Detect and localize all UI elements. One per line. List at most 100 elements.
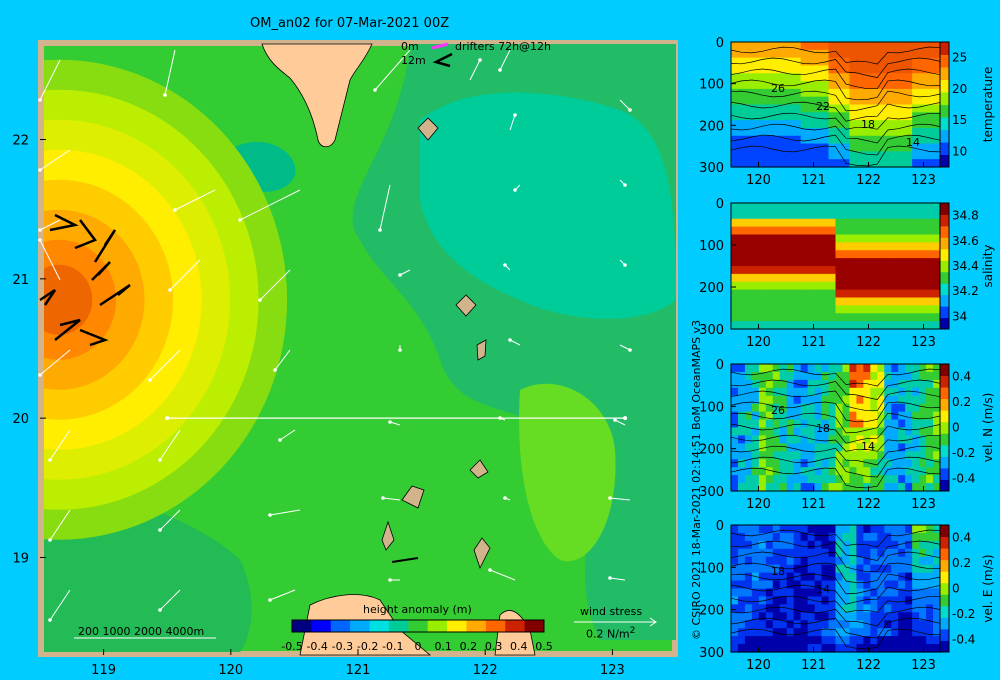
- map-xtick-label-119: 119: [91, 663, 116, 678]
- section-cell: [793, 475, 802, 484]
- section-cell: [744, 266, 753, 275]
- section-cell: [772, 258, 781, 267]
- section-cell: [877, 612, 885, 621]
- section-cell: [731, 411, 739, 421]
- section-cell: [786, 612, 795, 621]
- section-cell: [905, 387, 913, 397]
- section-cell: [863, 313, 871, 322]
- section-cell: [731, 620, 739, 629]
- section-cell: [765, 218, 774, 228]
- section-cell: [758, 411, 767, 421]
- section-cell: [828, 57, 837, 67]
- section-cell: [731, 580, 739, 590]
- section-cell: [933, 636, 941, 645]
- section-cell: [821, 313, 830, 322]
- section-cell: [905, 403, 913, 413]
- section-cell: [856, 540, 864, 550]
- colorbar-tick-2: -0.3: [332, 640, 353, 653]
- section-cell: [870, 548, 878, 558]
- section-cell: [821, 143, 830, 152]
- section-cell: [828, 226, 837, 236]
- colorbar-tick-0: -0.5: [281, 640, 302, 653]
- section-cell: [772, 42, 781, 51]
- section-cell: [786, 364, 795, 373]
- section-cell: [891, 612, 899, 621]
- section-cell: [933, 467, 941, 476]
- section-cell: [905, 289, 913, 299]
- section-cell: [863, 371, 871, 381]
- section-cell: [821, 81, 830, 90]
- section-cell: [933, 49, 941, 59]
- section-cell: [835, 596, 844, 605]
- section-cell: [772, 127, 781, 137]
- section-cell: [772, 525, 781, 534]
- section-cell: [814, 483, 823, 492]
- section-cell: [793, 281, 802, 291]
- section-cell: [758, 42, 767, 51]
- section-cell: [807, 636, 816, 645]
- wind-arrow-head-27: [48, 458, 52, 462]
- section-cell: [919, 483, 927, 492]
- section-cell: [828, 258, 837, 267]
- section-cell: [856, 411, 864, 421]
- wind-arrow-head-29: [268, 513, 272, 517]
- section-cell: [731, 218, 739, 228]
- wind-arrow-head-33: [48, 538, 52, 542]
- section-cell: [891, 120, 899, 129]
- section-cell: [898, 475, 906, 484]
- section-contour-label-0-3: 14: [906, 136, 920, 149]
- section-cell: [737, 532, 746, 542]
- section-cell: [828, 159, 837, 168]
- wind-arrow-head-9: [628, 108, 632, 112]
- section-cell: [863, 427, 871, 437]
- section-cell: [877, 120, 885, 129]
- section-cell: [807, 297, 816, 306]
- section-cell: [800, 644, 809, 653]
- credit-text: © CSIRO 2021 18-Mar-2021 02:14:51 BoM Oc…: [690, 319, 703, 640]
- section-cell: [905, 151, 913, 160]
- section-colorbar-cell: [940, 142, 949, 155]
- section-colorbar-cell: [940, 317, 949, 330]
- section-cell: [744, 203, 753, 212]
- section-cell: [926, 104, 934, 113]
- section-cell: [807, 210, 816, 220]
- section-cell: [835, 525, 844, 534]
- section-cell: [765, 313, 774, 322]
- section-cell: [731, 321, 739, 330]
- wind-arrow-head-12: [478, 58, 482, 62]
- wind-arrow-head-34: [158, 528, 162, 532]
- section-cell: [807, 289, 816, 299]
- section-cell: [786, 143, 795, 152]
- section-ytick-label-0-200: 200: [699, 119, 724, 134]
- section-cell: [793, 443, 802, 452]
- section-cell: [765, 483, 774, 492]
- section-cell: [933, 540, 941, 550]
- section-cell: [870, 371, 878, 381]
- section-cell: [751, 564, 760, 574]
- section-cell: [933, 644, 941, 653]
- section-cell: [744, 120, 753, 129]
- section-cell: [835, 242, 844, 251]
- section-cell: [737, 88, 746, 98]
- section-cell: [779, 226, 788, 236]
- section-cell: [905, 644, 913, 653]
- section-colorbar-cell: [940, 456, 949, 469]
- section-cell: [765, 580, 774, 590]
- section-cell: [933, 548, 941, 558]
- section-cell: [751, 234, 760, 243]
- section-cell: [772, 151, 781, 160]
- section-cell: [856, 258, 864, 267]
- wind-arrow-head-0: [38, 98, 42, 102]
- section-cell: [919, 210, 927, 220]
- colorbar-cell-6: [408, 620, 429, 632]
- section-cell: [828, 525, 837, 534]
- section-cell: [863, 266, 871, 275]
- section-cell: [779, 475, 788, 484]
- section-cell: [856, 321, 864, 330]
- section-cell: [765, 467, 774, 476]
- section-cell: [856, 281, 864, 291]
- section-cell: [814, 242, 823, 251]
- section-colorbar-cell: [940, 628, 949, 641]
- section-cell: [786, 210, 795, 220]
- section-cell: [842, 88, 851, 98]
